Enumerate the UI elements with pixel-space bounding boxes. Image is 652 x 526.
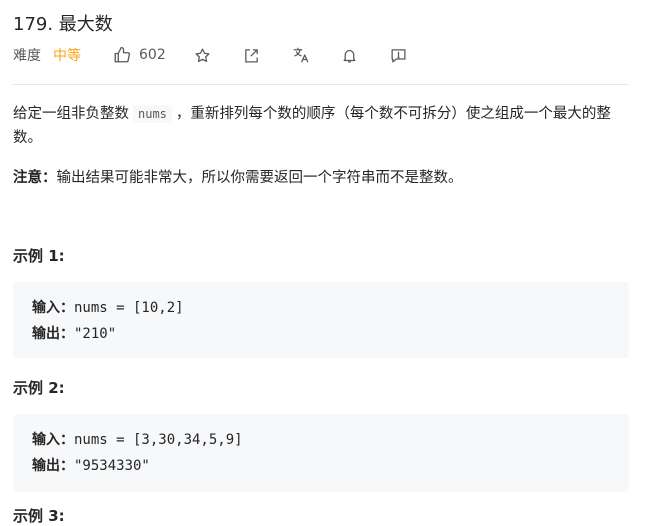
difficulty-label: 难度 <box>13 48 41 64</box>
note-label: 注意： <box>13 170 57 186</box>
example-2-input: nums = [3,30,34,5,9] <box>74 432 243 448</box>
translate-icon[interactable] <box>290 44 312 66</box>
example-3-title-partial: 示例 3: <box>13 507 65 525</box>
example-1-output-line: 输出："210" <box>32 321 629 347</box>
example-2-block: 输入：nums = [3,30,34,5,9] 输出："9534330" <box>13 414 629 492</box>
problem-description: 给定一组非负整数 nums ，重新排列每个数的顺序（每个数不可拆分）使之组成一个最大… <box>13 102 631 150</box>
output-label: 输出： <box>32 326 74 342</box>
example-2-output: "9534330" <box>74 458 150 474</box>
note-text: 输出结果可能非常大，所以你需要返回一个字符串而不是整数。 <box>56 170 463 186</box>
bell-icon[interactable] <box>339 44 361 66</box>
example-2-title: 示例 2: <box>13 379 65 397</box>
feedback-icon[interactable] <box>388 44 410 66</box>
thumbs-up-icon <box>111 44 133 66</box>
example-1-title: 示例 1: <box>13 247 65 265</box>
problem-meta-bar: 难度 中等 602 <box>13 44 410 66</box>
problem-note: 注意：输出结果可能非常大，所以你需要返回一个字符串而不是整数。 <box>13 166 631 190</box>
difficulty-value: 中等 <box>53 48 81 64</box>
like-button[interactable]: 602 <box>111 44 166 66</box>
input-label: 输入： <box>32 432 74 448</box>
output-label: 输出： <box>32 458 74 474</box>
inline-code: nums <box>133 105 172 123</box>
input-label: 输入： <box>32 300 74 316</box>
problem-title: 179. 最大数 <box>13 14 113 35</box>
example-1-block: 输入：nums = [10,2] 输出："210" <box>13 282 629 358</box>
example-2-input-line: 输入：nums = [3,30,34,5,9] <box>32 427 629 453</box>
example-1-output: "210" <box>74 326 117 342</box>
divider <box>13 84 629 85</box>
example-2-output-line: 输出："9534330" <box>32 453 629 479</box>
description-text-start: 给定一组非负整数 <box>13 106 129 122</box>
star-icon[interactable] <box>192 44 214 66</box>
like-count: 602 <box>139 47 166 63</box>
example-1-input: nums = [10,2] <box>74 300 184 316</box>
share-icon[interactable] <box>241 44 263 66</box>
example-1-input-line: 输入：nums = [10,2] <box>32 295 629 321</box>
